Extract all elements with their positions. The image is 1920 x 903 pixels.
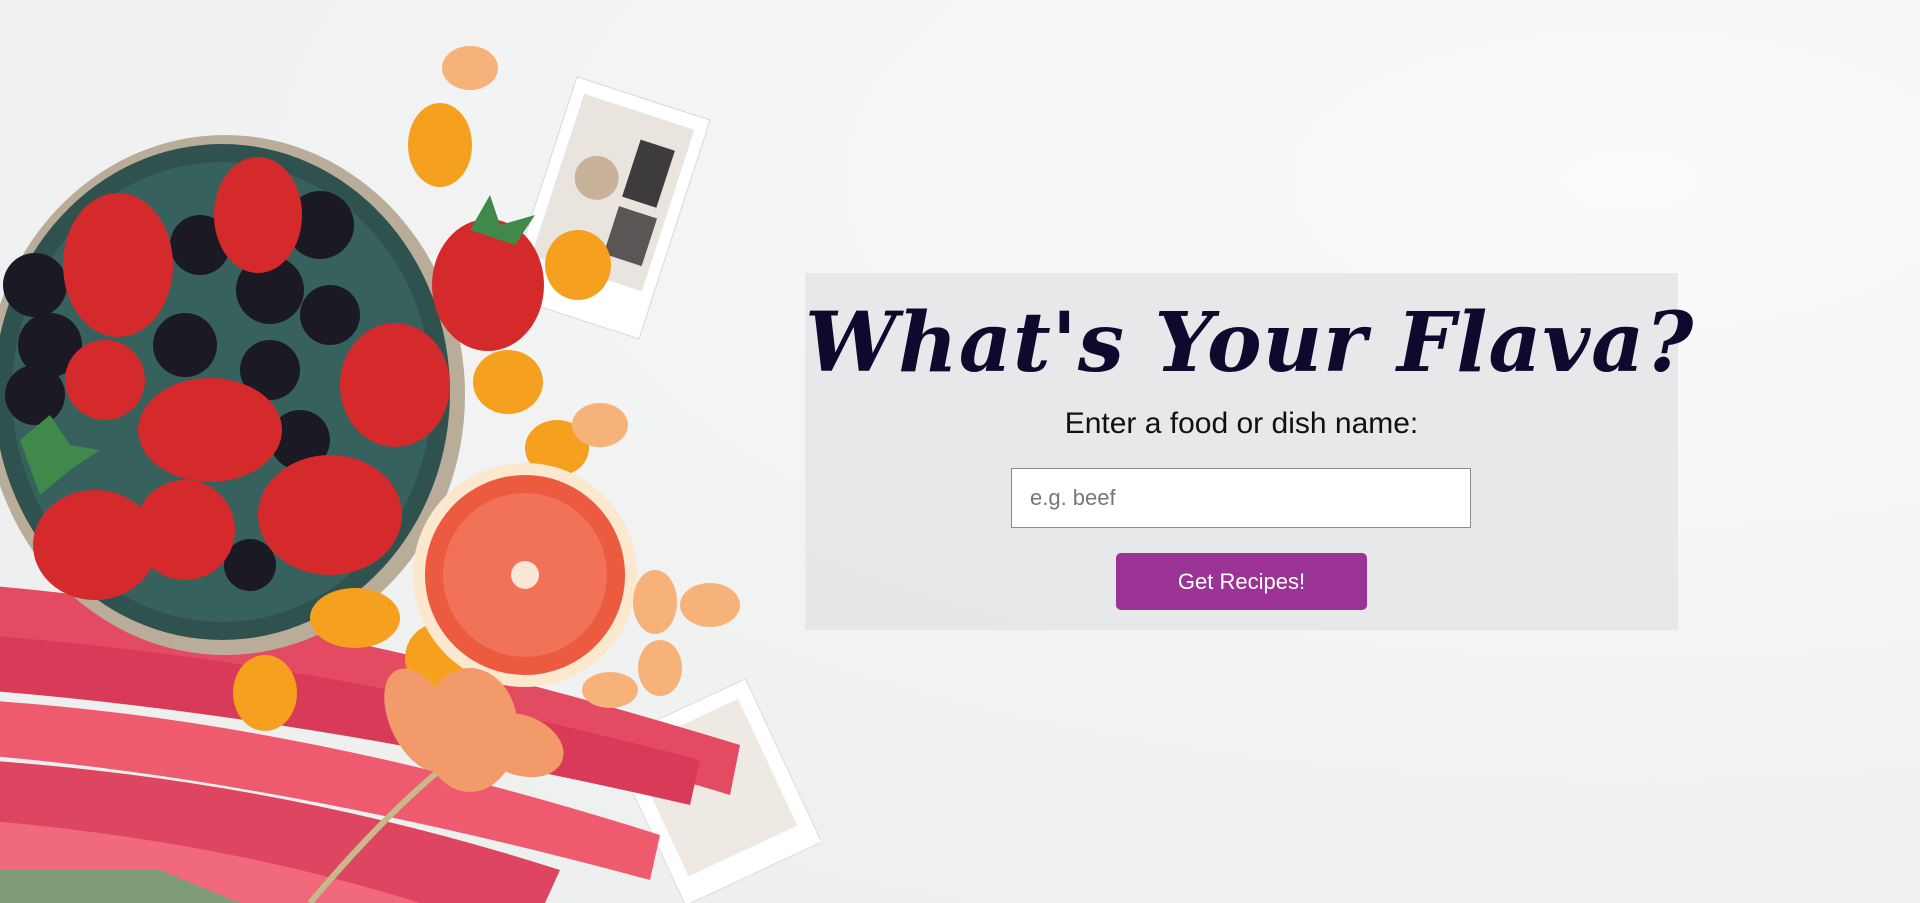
food-search-input[interactable] xyxy=(1011,468,1471,528)
page-background: What's Your Flava? Enter a food or dish … xyxy=(0,0,1920,903)
get-recipes-button[interactable]: Get Recipes! xyxy=(1116,553,1367,610)
page-title: What's Your Flava? xyxy=(805,295,1695,391)
search-prompt-label: Enter a food or dish name: xyxy=(1064,407,1419,440)
search-panel: What's Your Flava? Enter a food or dish … xyxy=(805,273,1695,630)
fruit-photo-background xyxy=(0,46,820,903)
